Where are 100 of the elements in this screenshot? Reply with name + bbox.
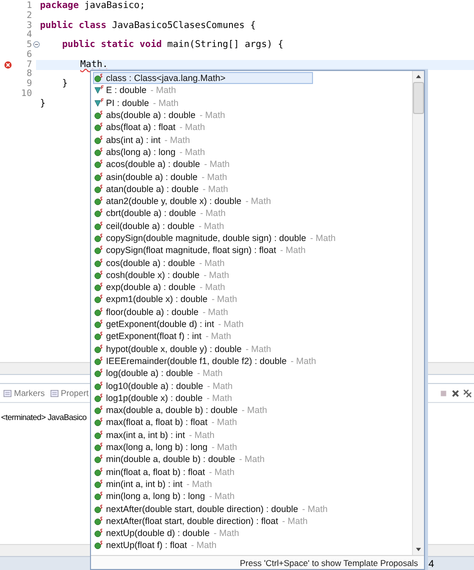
- proposal-label: abs(double a) : double: [106, 110, 196, 120]
- proposal-source: - Math: [204, 270, 230, 280]
- proposal-item[interactable]: atan(double a) : double - Math: [93, 182, 234, 195]
- proposal-label: min(long a, long b) : long: [106, 491, 206, 502]
- proposal-source: - Math: [245, 196, 271, 206]
- proposal-item[interactable]: abs(double a) : double - Math: [93, 108, 230, 122]
- proposal-item[interactable]: cosh(double x) : double - Math: [93, 268, 234, 282]
- proposal-item[interactable]: log1p(double x) : double - Math: [93, 392, 238, 404]
- proposal-label: atan(double a) : double: [106, 184, 199, 194]
- proposal-label: E : double: [106, 85, 147, 96]
- proposal-source: - Math: [212, 442, 238, 452]
- proposal-label: abs(int a) : int: [106, 134, 161, 145]
- proposal-label: max(double a, double b) : double: [106, 405, 238, 416]
- proposal-item[interactable]: PI : double - Math: [93, 96, 184, 109]
- proposal-source: - Math: [206, 392, 232, 403]
- proposal-source: - Math: [189, 430, 215, 440]
- proposal-label: acos(double a) : double: [106, 159, 200, 170]
- proposal-item[interactable]: cbrt(double a) : double - Math: [93, 207, 231, 220]
- proposal-source: - Math: [290, 356, 316, 366]
- proposal-item[interactable]: expm1(double x) : double - Math: [93, 293, 242, 306]
- proposal-source: - Math: [212, 417, 238, 428]
- proposal-source: - Math: [207, 380, 233, 391]
- proposal-label: PI : double: [106, 98, 150, 108]
- code-line: public static void main(String[] args) {: [61, 40, 284, 50]
- proposal-item[interactable]: nextUp(double d) : double - Math: [93, 526, 244, 540]
- line-number: 5: [26, 40, 32, 50]
- proposal-label: nextAfter(double start, double direction) : double: [106, 504, 298, 514]
- proposal-item[interactable]: max(double a, double b) : double - Math: [93, 404, 272, 416]
- proposal-item[interactable]: nextAfter(float start, double direction) : float - Math: [93, 514, 313, 527]
- proposal-item[interactable]: floor(double a) : double - Math: [93, 306, 234, 318]
- proposal-source: - Math: [202, 172, 228, 182]
- proposal-item[interactable]: exp(double a) : double - Math: [93, 281, 230, 294]
- line-number: 3: [26, 20, 32, 30]
- proposal-source: - Math: [242, 405, 268, 416]
- proposal-label: max(long a, long b) : long: [106, 442, 208, 452]
- proposal-item[interactable]: min(float a, float b) : float - Math: [93, 466, 240, 478]
- proposal-item[interactable]: log(double a) : double - Math: [93, 367, 228, 380]
- proposal-item[interactable]: cos(double a) : double - Math: [93, 256, 230, 269]
- line-number: 8: [26, 69, 32, 80]
- proposal-item[interactable]: ceil(double a) : double - Math: [93, 220, 230, 232]
- panel-tab[interactable]: Propert: [48, 387, 90, 399]
- panel-tab[interactable]: Markers: [2, 387, 46, 399]
- proposal-source: - Math: [239, 454, 265, 464]
- proposal-item[interactable]: class : Class<java.lang.Math>: [93, 72, 313, 84]
- proposal-source: - Math: [198, 220, 224, 231]
- status-text: 4: [428, 559, 434, 570]
- proposal-source: - Math: [282, 516, 308, 526]
- proposal-source: - Math: [218, 319, 244, 330]
- line-number: 6: [26, 50, 32, 60]
- proposal-label: atan2(double y, double x) : double: [106, 196, 242, 206]
- proposal-item[interactable]: getExponent(float f) : int - Math: [93, 330, 236, 343]
- proposal-source: - Math: [202, 306, 228, 317]
- proposal-item[interactable]: max(long a, long b) : long - Math: [93, 440, 242, 454]
- proposal-label: cos(double a) : double: [106, 258, 196, 268]
- proposal-item[interactable]: IEEEremainder(double f1, double f2) : double - Math: [93, 354, 322, 368]
- proposal-item[interactable]: nextUp(float f) : float - Math: [93, 539, 222, 552]
- proposal-item[interactable]: acos(double a) : double - Math: [93, 158, 235, 170]
- proposal-source: - Math: [204, 159, 230, 170]
- code-line: public class JavaBasico5ClasesComunes {: [39, 20, 256, 30]
- proposal-item[interactable]: min(double a, double b) : double - Math: [93, 453, 270, 466]
- proposal-source: - Math: [202, 184, 228, 194]
- proposal-label: min(int a, int b) : int: [106, 478, 183, 489]
- proposal-item[interactable]: max(int a, int b) : int - Math: [93, 428, 220, 441]
- proposal-item[interactable]: E : double - Math: [93, 84, 182, 97]
- proposal-label: nextUp(float f) : float: [106, 540, 188, 550]
- proposal-item[interactable]: atan2(double y, double x) : double - Math: [93, 194, 276, 208]
- proposal-source: - Math: [191, 540, 217, 550]
- proposal-source: - Math: [214, 528, 240, 538]
- proposal-label: copySign(float magnitude, float sign) : float: [106, 245, 276, 256]
- proposal-item[interactable]: copySign(float magnitude, float sign) : float - Math: [93, 244, 311, 256]
- proposal-item[interactable]: abs(long a) : long - Math: [93, 146, 210, 158]
- proposal-item[interactable]: min(int a, int b) : int - Math: [93, 478, 218, 490]
- proposal-label: min(double a, double b) : double: [106, 454, 236, 464]
- proposal-item[interactable]: copySign(double magnitude, double sign) : double - Math: [93, 232, 341, 244]
- proposal-label: expm1(double x) : double: [106, 294, 208, 304]
- proposal-item[interactable]: min(long a, long b) : long - Math: [93, 490, 240, 502]
- proposal-item[interactable]: hypot(double x, double y) : double - Math: [93, 342, 276, 355]
- proposal-item[interactable]: asin(double a) : double - Math: [93, 170, 232, 183]
- proposal-source: - Math: [206, 331, 232, 342]
- proposal-item[interactable]: nextAfter(double start, double direction) : double - Math: [93, 502, 333, 515]
- code-line: Math.: [80, 60, 108, 70]
- proposal-source: - Math: [200, 282, 226, 292]
- proposal-source: - Math: [200, 110, 226, 120]
- proposal-source: - Math: [310, 233, 336, 243]
- proposal-item[interactable]: max(float a, float b) : float - Math: [93, 416, 242, 429]
- code-line: }: [61, 79, 68, 90]
- proposal-item[interactable]: abs(float a) : float - Math: [93, 121, 210, 134]
- proposal-label: getExponent(float f) : int: [106, 331, 202, 342]
- proposal-item[interactable]: log10(double a) : double - Math: [93, 379, 238, 392]
- proposal-source: - Math: [280, 245, 306, 256]
- proposal-label: max(int a, int b) : int: [106, 430, 186, 440]
- proposal-item[interactable]: abs(int a) : int - Math: [93, 133, 196, 146]
- proposal-label: cosh(double x) : double: [106, 270, 200, 280]
- line-number: 1: [26, 0, 32, 11]
- popup-hint: Press 'Ctrl+Space' to show Template Proposals: [240, 558, 418, 568]
- code-line: package javaBasico;: [39, 1, 146, 11]
- proposal-label: getExponent(double d) : int: [106, 319, 214, 330]
- proposal-item[interactable]: getExponent(double d) : int - Math: [93, 318, 249, 330]
- proposal-source: - Math: [153, 98, 179, 108]
- proposal-source: - Math: [200, 208, 226, 218]
